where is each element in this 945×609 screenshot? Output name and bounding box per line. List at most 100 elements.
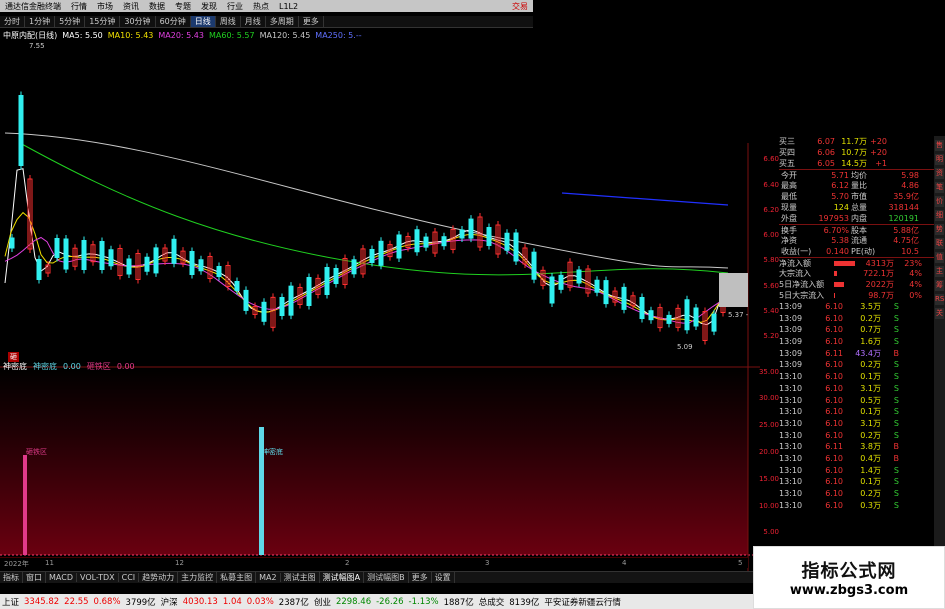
side-tab-icon[interactable]: 笔	[935, 182, 944, 193]
chart-canvas[interactable]	[0, 28, 760, 571]
period-tab[interactable]: 周线	[216, 16, 241, 27]
menu-item-6[interactable]: 发现	[201, 1, 217, 12]
zatie-bar-label: 砸铁区	[26, 448, 47, 456]
quote-stat-l2: 内盘	[851, 214, 867, 223]
tick-s: B	[893, 348, 900, 358]
tick-list[interactable]: 13:09 6.10 3.5万 S 13:09 6.10 0.2万 S 13:09 6.10 0.7…	[779, 301, 934, 511]
indicator-tab[interactable]: 测试幅图B	[364, 572, 409, 583]
candle-body	[198, 259, 204, 272]
indicator-tab[interactable]: 私募主图	[217, 572, 257, 583]
indicator-name[interactable]: 神密底	[3, 361, 27, 371]
indicator-tab[interactable]: MA2	[256, 573, 281, 582]
side-tab-icon[interactable]: 主	[935, 266, 944, 277]
side-tab-icon[interactable]: 关	[935, 308, 944, 319]
side-tab-icon[interactable]: 明	[935, 154, 944, 165]
candle-body	[486, 227, 492, 246]
period-tab[interactable]: 1分钟	[25, 16, 56, 27]
indicator-tab[interactable]: VOL-TDX	[77, 573, 119, 582]
money-flow-bar	[834, 260, 856, 266]
period-tab[interactable]: 分时	[0, 16, 25, 27]
indicator-tab[interactable]: 设置	[432, 572, 455, 583]
price-axis-label: 6.20	[763, 206, 779, 214]
sh-index-label[interactable]: 上证	[2, 596, 19, 608]
candle-body	[36, 259, 42, 280]
quote-stat-l2: 均价	[851, 170, 867, 180]
quote-stat-l2: PE(动)	[851, 247, 876, 256]
menu-item-8[interactable]: 热点	[253, 1, 269, 12]
side-tab-icon[interactable]: 值	[935, 252, 944, 263]
indicator-tab[interactable]: 测试幅图A	[320, 572, 365, 583]
indicator-axis-label: 30.00	[758, 394, 779, 402]
cy-index-label[interactable]: 创业	[314, 596, 331, 608]
indicator-tab[interactable]: 测试主图	[281, 572, 320, 583]
menu-item-1[interactable]: 行情	[71, 1, 87, 12]
side-tab-icon[interactable]: RSI	[935, 294, 945, 305]
side-tab-icon[interactable]: 细	[935, 210, 944, 221]
tick-row: 13:10 6.10 0.2万 S	[779, 488, 934, 500]
period-tab[interactable]: 月线	[241, 16, 266, 27]
trade-button[interactable]: 交易	[512, 1, 528, 12]
tick-row: 13:10 6.10 0.1万 S	[779, 406, 934, 418]
tick-v: 0.2万	[860, 489, 881, 498]
menu-item-4[interactable]: 数据	[149, 1, 165, 12]
indicator-label-1: 神密底	[33, 361, 57, 371]
indicator-tab[interactable]: MACD	[46, 573, 77, 582]
tick-v: 3.1万	[860, 383, 881, 393]
ma60-label: MA60: 5.57	[208, 31, 255, 40]
period-tab[interactable]: 60分钟	[156, 16, 191, 27]
candle-body	[621, 286, 627, 310]
tick-row: 13:09 6.11 43.4万 B	[779, 348, 934, 360]
side-tab-icon[interactable]: 势	[935, 224, 944, 235]
menu-item-7[interactable]: 行业	[227, 1, 243, 12]
period-tab[interactable]: 多周期	[266, 16, 299, 27]
site-watermark: 指标公式网 www.zbgs3.com	[753, 546, 945, 609]
candle-body	[108, 249, 114, 267]
tick-t: 13:10	[779, 383, 803, 393]
order-book-extra: +20	[870, 148, 887, 157]
menu-item-2[interactable]: 市场	[97, 1, 113, 12]
indicator-tab[interactable]: 窗口	[23, 572, 46, 583]
menu-item-5[interactable]: 专题	[175, 1, 191, 12]
hs-index-label[interactable]: 沪深	[161, 596, 178, 608]
ma250-line	[561, 192, 729, 206]
indicator-tab[interactable]: 趋势动力	[139, 572, 179, 583]
menu-item-9[interactable]: L1L2	[279, 2, 298, 11]
indicator-tab[interactable]: 更多	[409, 572, 432, 583]
shenmidi-bar-label: 神密底	[262, 448, 283, 456]
order-book-extra: +1	[875, 159, 887, 168]
tick-row: 13:09 6.10 0.7万 S	[779, 324, 934, 336]
price-axis-label: 6.40	[763, 181, 779, 189]
indicator-tab[interactable]: 主力监控	[178, 572, 218, 583]
candle-body	[549, 276, 555, 304]
candle-body	[648, 310, 654, 321]
tick-t: 13:10	[779, 442, 803, 452]
period-tab-daily[interactable]: 日线	[190, 16, 216, 27]
side-tab-icon[interactable]: 价	[935, 196, 944, 207]
tick-v: 0.1万	[860, 407, 881, 417]
quote-stat-v1: 124	[833, 203, 849, 212]
cy-index-pct: -1.13%	[408, 596, 439, 607]
tick-v: 1.6万	[860, 337, 881, 347]
money-flow-label: 大宗流入	[779, 269, 811, 278]
side-tab-icon[interactable]: 资	[935, 168, 944, 179]
tick-t: 13:09	[779, 325, 803, 335]
quote-stat-v1: 6.70%	[823, 225, 849, 235]
current-price-label: 5.37 - 5	[728, 311, 748, 319]
date-axis-tick: 4	[622, 559, 627, 567]
indicator-tab[interactable]: 指标	[0, 572, 23, 583]
period-tab[interactable]: 5分钟	[55, 16, 86, 27]
side-tab-icon[interactable]: 筹	[935, 280, 944, 291]
indicator-tab[interactable]: CCI	[119, 573, 140, 582]
side-tab-icon[interactable]: 联	[935, 238, 944, 249]
candle-body	[423, 236, 429, 248]
period-tab[interactable]: 30分钟	[120, 16, 156, 27]
period-tab[interactable]: 更多	[299, 16, 324, 27]
tick-t: 13:09	[779, 313, 803, 323]
menu-item-3[interactable]: 资讯	[123, 1, 139, 12]
side-tab-icon[interactable]: 售	[935, 140, 944, 151]
candle-body	[288, 285, 294, 316]
indicator-tab-bar: 指标 窗口 MACD VOL-TDX CCI 趋势动力 主力监控 私募主图 MA2 测试主图 测试幅…	[0, 571, 760, 583]
period-tab[interactable]: 15分钟	[85, 16, 121, 27]
candle-body	[639, 297, 645, 319]
order-book-label: 买三	[779, 137, 795, 146]
